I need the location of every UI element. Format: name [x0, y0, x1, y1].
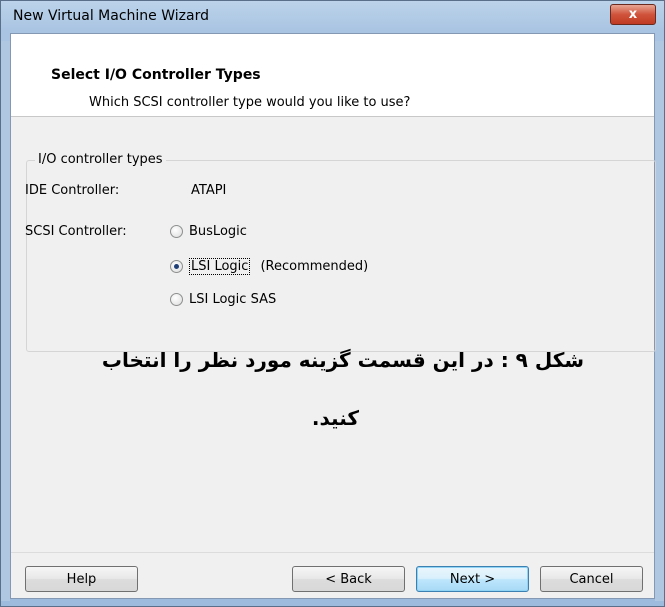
close-button[interactable]: x [610, 4, 656, 25]
caption-line-2: کنید. [311, 406, 359, 430]
controller-types-group [26, 160, 656, 352]
group-legend: I/O controller types [35, 152, 166, 167]
radio-lsi-logic[interactable]: LSI Logic (Recommended) [170, 258, 368, 275]
page-subtitle: Which SCSI controller type would you lik… [89, 95, 411, 110]
radio-label-lsi-logic-sas: LSI Logic SAS [189, 292, 277, 307]
radio-button[interactable] [170, 225, 183, 238]
radio-lsi-logic-sas[interactable]: LSI Logic SAS [170, 292, 276, 307]
scsi-controller-label: SCSI Controller: [25, 224, 127, 239]
next-button[interactable]: Next > [416, 566, 529, 592]
radio-button-selected[interactable] [170, 260, 183, 273]
close-icon: x [628, 7, 638, 22]
wizard-window: New Virtual Machine Wizard x Select I/O … [0, 0, 665, 607]
help-button[interactable]: Help [25, 566, 138, 592]
cancel-button[interactable]: Cancel [540, 566, 643, 592]
title-bar[interactable]: New Virtual Machine Wizard x [1, 1, 664, 33]
window-title: New Virtual Machine Wizard [13, 8, 209, 24]
ide-controller-value: ATAPI [191, 183, 227, 198]
radio-label-lsi-logic: LSI Logic [189, 258, 251, 275]
back-button[interactable]: < Back [292, 566, 405, 592]
radio-button[interactable] [170, 293, 183, 306]
wizard-client-area: Select I/O Controller Types Which SCSI c… [10, 33, 656, 599]
window-left-border [1, 41, 10, 601]
caption-line-1: شکل ۹ : در این قسمت گزینه مورد نظر را ان… [101, 348, 584, 372]
radio-label-buslogic: BusLogic [189, 224, 247, 239]
ide-controller-label: IDE Controller: [25, 183, 120, 198]
window-right-border [655, 41, 664, 601]
footer-divider [11, 552, 654, 553]
radio-buslogic[interactable]: BusLogic [170, 224, 247, 239]
wizard-header: Select I/O Controller Types Which SCSI c… [11, 34, 654, 117]
page-title: Select I/O Controller Types [51, 67, 261, 83]
recommended-note: (Recommended) [260, 259, 369, 274]
